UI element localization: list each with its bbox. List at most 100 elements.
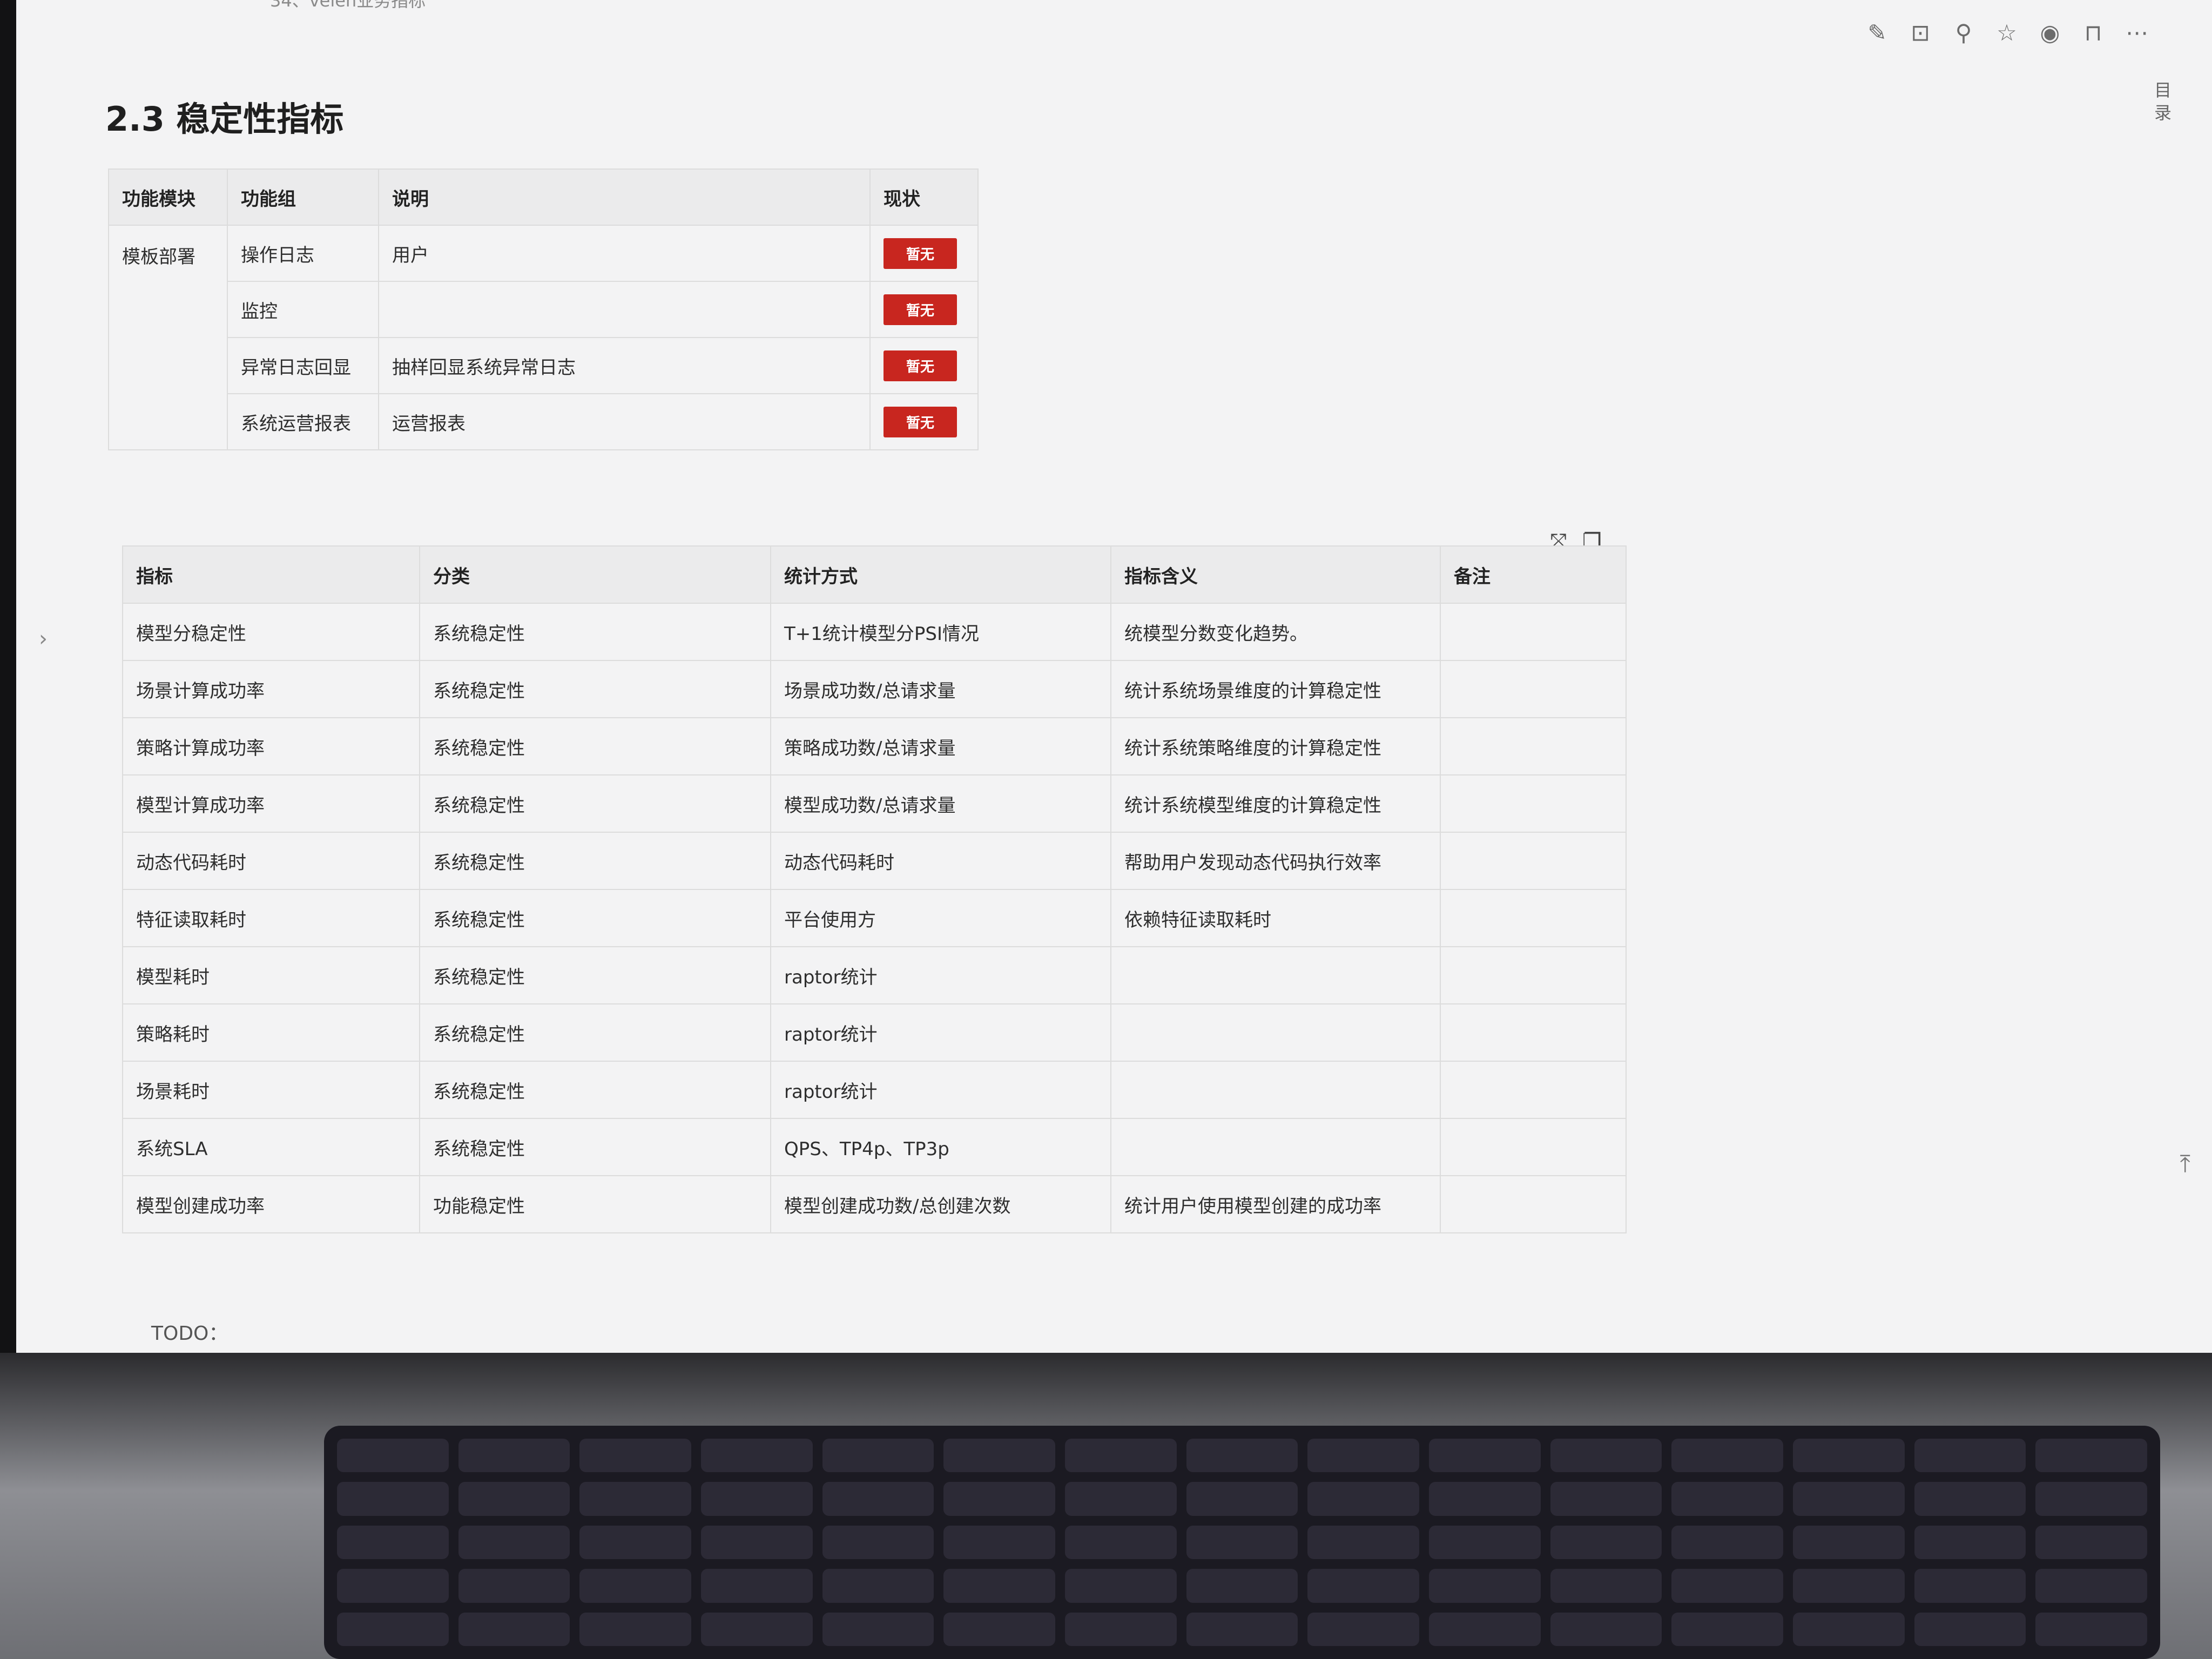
back-to-top-icon[interactable]: ⤒: [2180, 1150, 2190, 1178]
pin-icon[interactable]: ⚲: [1953, 19, 1974, 46]
document-toolbar: ✎ ⊡ ⚲ ☆ ◉ ⊓ ⋯: [1866, 19, 2148, 46]
method-cell: 模型创建成功数/总创建次数: [770, 1175, 1111, 1233]
keyboard-key: [1186, 1569, 1298, 1603]
meaning-cell: 统计用户使用模型创建的成功率: [1110, 1175, 1441, 1233]
keyboard-key: [1550, 1569, 1662, 1603]
keyboard-key: [1550, 1439, 1662, 1473]
meaning-cell: [1110, 1003, 1441, 1062]
star-icon[interactable]: ☆: [1996, 19, 2018, 46]
keyboard-key: [822, 1439, 934, 1473]
table-row: 异常日志回显 抽样回显系统异常日志 暂无: [109, 337, 979, 394]
method-cell: 平台使用方: [770, 889, 1111, 947]
keyboard-key: [1065, 1482, 1177, 1516]
category-cell: 系统稳定性: [419, 1003, 771, 1062]
table-row: 系统SLA 系统稳定性 QPS、TP4p、TP3p: [122, 1118, 1627, 1176]
metric-cell: 特征读取耗时: [122, 889, 420, 947]
keyboard-key: [943, 1439, 1055, 1473]
method-cell: 动态代码耗时: [770, 832, 1111, 890]
module-cell: 模板部署: [108, 225, 228, 450]
keyboard-key: [1914, 1612, 2026, 1646]
category-cell: 系统稳定性: [419, 1118, 771, 1176]
table-header-row: 功能模块 功能组 说明 现状: [108, 168, 979, 226]
desc-cell: 抽样回显系统异常日志: [378, 337, 871, 394]
note-cell: [1440, 946, 1627, 1004]
group-cell: 异常日志回显: [227, 337, 379, 394]
keyboard-key: [1793, 1439, 1905, 1473]
keyboard-key: [1550, 1482, 1662, 1516]
section-title: 2.3 稳定性指标: [105, 99, 344, 139]
sidebar-expand-icon[interactable]: ›: [39, 626, 48, 651]
keyboard-key: [2035, 1482, 2147, 1516]
group-cell: 系统运营报表: [227, 393, 379, 450]
method-cell: 模型成功数/总请求量: [770, 774, 1111, 833]
keyboard-key: [822, 1569, 934, 1603]
meaning-cell: [1110, 1118, 1441, 1176]
laptop-screen: 34、velen业务指标 ✎ ⊡ ⚲ ☆ ◉ ⊓ ⋯ 目录 ⤒ › 2.3 稳定…: [16, 0, 2212, 1353]
keyboard-key: [1065, 1612, 1177, 1646]
todo-label: TODO：: [151, 1323, 228, 1345]
status-cell: 暂无: [869, 225, 979, 282]
method-cell: 场景成功数/总请求量: [770, 660, 1111, 718]
desc-cell: 用户: [378, 225, 871, 282]
keyboard-key: [1914, 1439, 2026, 1473]
keyboard-key: [701, 1569, 813, 1603]
status-cell: 暂无: [869, 337, 979, 394]
keyboard-key: [1671, 1612, 1783, 1646]
keyboard-key: [1793, 1569, 1905, 1603]
status-badge: 暂无: [884, 238, 957, 269]
method-cell: T+1统计模型分PSI情况: [770, 603, 1111, 661]
keyboard-key: [822, 1612, 934, 1646]
module-status-table: 功能模块 功能组 说明 现状 模板部署 操作日志 用户 暂无 监控 暂无 异常日…: [108, 168, 979, 450]
keyboard-key: [579, 1612, 691, 1646]
keyboard-key: [1429, 1612, 1541, 1646]
keyboard-key: [1186, 1612, 1298, 1646]
note-cell: [1440, 717, 1627, 775]
keyboard-key: [458, 1439, 570, 1473]
keyboard-key: [337, 1525, 449, 1560]
category-cell: 系统稳定性: [419, 717, 771, 775]
keyboard-key: [943, 1482, 1055, 1516]
metrics-table: 指标 分类 统计方式 指标含义 备注 模型分稳定性 系统稳定性 T+1统计模型分…: [122, 545, 1627, 1233]
desc-cell: [378, 281, 871, 338]
keyboard-key: [458, 1612, 570, 1646]
keyboard-key: [701, 1439, 813, 1473]
table-row: 模型计算成功率 系统稳定性 模型成功数/总请求量 统计系统模型维度的计算稳定性: [122, 774, 1627, 833]
keyboard-key: [1914, 1482, 2026, 1516]
keyboard-key: [458, 1569, 570, 1603]
metric-cell: 场景耗时: [122, 1061, 420, 1119]
keyboard-key: [2035, 1525, 2147, 1560]
more-icon[interactable]: ⋯: [2126, 19, 2148, 46]
keyboard-key: [943, 1525, 1055, 1560]
lock-icon[interactable]: ⊓: [2082, 19, 2104, 46]
table-row: 模型创建成功率 功能稳定性 模型创建成功数/总创建次数 统计用户使用模型创建的成…: [122, 1175, 1627, 1233]
laptop-keyboard: [324, 1426, 2160, 1659]
table-row: 策略耗时 系统稳定性 raptor统计: [122, 1003, 1627, 1062]
header-cell: 指标含义: [1110, 545, 1441, 604]
note-cell: [1440, 1003, 1627, 1062]
keyboard-key: [701, 1482, 813, 1516]
table-row: 场景耗时 系统稳定性 raptor统计: [122, 1061, 1627, 1119]
breadcrumb[interactable]: 34、velen业务指标: [270, 0, 426, 12]
status-cell: 暂无: [869, 393, 979, 450]
present-icon[interactable]: ⊡: [1910, 19, 1931, 46]
keyboard-key: [701, 1525, 813, 1560]
keyboard-key: [1307, 1612, 1419, 1646]
keyboard-key: [1307, 1439, 1419, 1473]
edit-icon[interactable]: ✎: [1866, 19, 1888, 46]
toc-button[interactable]: 目录: [2149, 81, 2174, 126]
table-row: 动态代码耗时 系统稳定性 动态代码耗时 帮助用户发现动态代码执行效率: [122, 832, 1627, 890]
meaning-cell: 统模型分数变化趋势。: [1110, 603, 1441, 661]
keyboard-key: [337, 1439, 449, 1473]
meaning-cell: 统计系统场景维度的计算稳定性: [1110, 660, 1441, 718]
table-row: 场景计算成功率 系统稳定性 场景成功数/总请求量 统计系统场景维度的计算稳定性: [122, 660, 1627, 718]
keyboard-key: [701, 1612, 813, 1646]
category-cell: 系统稳定性: [419, 603, 771, 661]
keyboard-key: [1065, 1525, 1177, 1560]
eye-icon[interactable]: ◉: [2039, 19, 2061, 46]
header-cell: 指标: [122, 545, 420, 604]
keyboard-key: [458, 1525, 570, 1560]
note-cell: [1440, 1175, 1627, 1233]
keyboard-key: [579, 1482, 691, 1516]
keyboard-key: [1307, 1569, 1419, 1603]
note-cell: [1440, 660, 1627, 718]
